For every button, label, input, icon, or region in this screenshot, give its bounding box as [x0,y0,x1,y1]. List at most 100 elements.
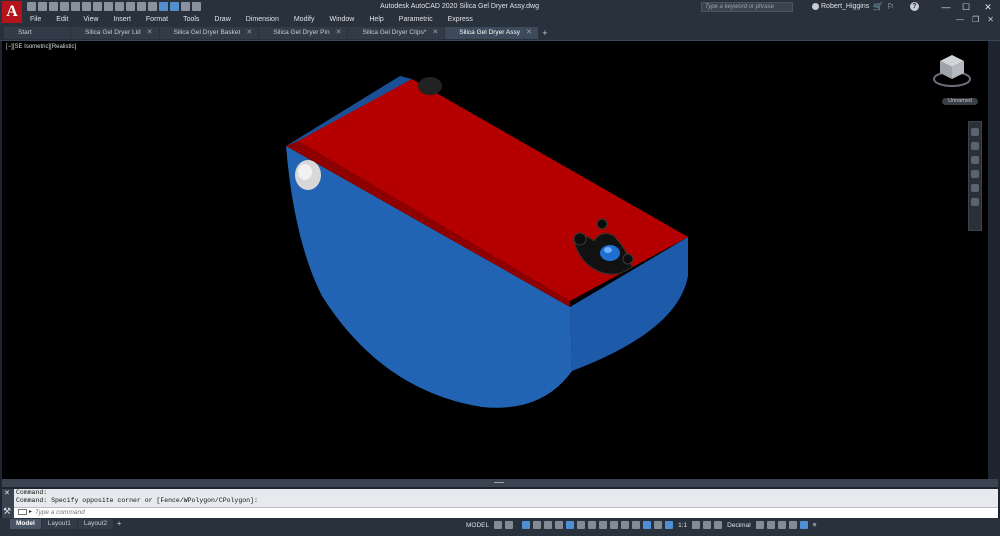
minimize-button[interactable]: — [936,0,956,14]
cart-icon[interactable]: 🛒 [873,3,883,11]
menu-file[interactable]: File [30,16,47,23]
menu-modify[interactable]: Modify [294,16,321,23]
new-tab-button[interactable]: + [539,27,551,39]
splitter-grip-icon[interactable] [494,482,504,483]
recent-commands-caret-icon[interactable]: ▸ [29,508,32,515]
tab-close-icon[interactable]: ✕ [432,27,438,39]
close-icon[interactable]: ✕ [4,490,10,497]
menu-format[interactable]: Format [146,16,174,23]
add-layout-button[interactable]: + [114,519,124,529]
save-as-icon[interactable] [60,2,69,11]
workspace-icon[interactable] [159,2,168,11]
menu-tools[interactable]: Tools [183,16,205,23]
layout-tab-model[interactable]: Model [10,519,41,529]
autocad-logo-button[interactable]: A [2,1,22,23]
tab-close-icon[interactable]: ✕ [246,27,252,39]
save-icon[interactable] [49,2,58,11]
tab-silica-gel-dryer-assy[interactable]: Silica Gel Dryer Assy ✕ [445,27,538,39]
showmotion-icon[interactable] [971,184,979,192]
doc-close-button[interactable]: ✕ [987,15,994,24]
layer-icon[interactable] [126,2,135,11]
menu-express[interactable]: Express [448,16,479,23]
match-properties-icon[interactable] [115,2,124,11]
block-icon[interactable] [137,2,146,11]
zoom-icon[interactable] [971,156,979,164]
lineweight-icon[interactable] [577,521,586,529]
object-snap-icon[interactable] [566,521,575,529]
graphics-performance-icon[interactable] [788,521,797,529]
transparency-icon[interactable] [588,521,597,529]
snap-icon[interactable] [505,521,514,529]
customize-wrench-icon[interactable]: ⚒ [3,507,11,516]
tab-close-icon[interactable]: ✕ [336,27,342,39]
command-line-splitter[interactable] [2,479,998,487]
menu-view[interactable]: View [83,16,104,23]
view-icon[interactable] [170,2,179,11]
layout-tab-layout1[interactable]: Layout1 [41,519,77,529]
menu-insert[interactable]: Insert [113,16,137,23]
menu-edit[interactable]: Edit [56,16,74,23]
lock-ui-icon[interactable] [766,521,775,529]
navbar-menu-icon[interactable] [971,198,979,206]
tab-silica-gel-dryer-clips[interactable]: Silica Gel Dryer Clips* ✕ [348,27,445,39]
wcs-menu[interactable]: Unnamed [942,98,978,105]
qat-dropdown-icon[interactable] [192,2,201,11]
isolate-objects-icon[interactable] [777,521,786,529]
grid-icon[interactable] [494,521,503,529]
pan-icon[interactable] [971,142,979,150]
model-3d-render[interactable] [2,41,988,479]
quick-properties-icon[interactable] [755,521,764,529]
tab-silica-gel-dryer-pin[interactable]: Silica Gel Dryer Pin ✕ [259,27,348,39]
help-button[interactable]: ? [910,2,919,11]
user-icon[interactable] [812,3,819,10]
doc-restore-button[interactable]: ❐ [972,15,979,24]
new-file-icon[interactable] [27,2,36,11]
menu-dimension[interactable]: Dimension [246,16,285,23]
annotation-scale-dropdown[interactable]: 1:1 [676,522,689,529]
search-input[interactable]: Type a keyword or phrase [701,2,793,12]
model-space-button[interactable]: MODEL [464,522,491,529]
viewcube[interactable] [932,53,972,89]
dynamic-ucs-icon[interactable] [621,521,630,529]
maximize-button[interactable]: ☐ [956,0,976,14]
orbit-icon[interactable] [971,170,979,178]
tab-silica-gel-dryer-basket[interactable]: Silica Gel Dryer Basket ✕ [159,27,259,39]
recent-commands-icon[interactable] [18,509,27,515]
3d-osnap-icon[interactable] [610,521,619,529]
close-button[interactable]: ✕ [978,0,998,14]
selection-cycling-icon[interactable] [599,521,608,529]
tab-start[interactable]: Start [4,27,70,39]
add-scale-icon[interactable] [703,521,712,529]
menu-window[interactable]: Window [329,16,360,23]
menu-help[interactable]: Help [369,16,389,23]
table-icon[interactable] [148,2,157,11]
annotation-visibility-icon[interactable] [654,521,663,529]
menu-draw[interactable]: Draw [214,16,236,23]
render-icon[interactable] [181,2,190,11]
command-input[interactable] [35,508,435,517]
object-snap-tracking-icon[interactable] [555,521,564,529]
undo-icon[interactable] [82,2,91,11]
ortho-icon[interactable] [522,521,531,529]
tab-close-icon[interactable]: ✕ [147,27,153,39]
gear-icon[interactable] [692,521,701,529]
annotation-monitor-icon[interactable] [714,521,723,529]
tab-silica-gel-dryer-lid[interactable]: Silica Gel Dryer Lid ✕ [71,27,159,39]
selection-filter-icon[interactable] [632,521,641,529]
share-icon[interactable] [104,2,113,11]
drawing-viewport[interactable]: [−][SE Isometric][Realistic] Unnamed [2,41,988,479]
open-icon[interactable] [38,2,47,11]
tab-close-icon[interactable]: ✕ [526,27,532,39]
doc-minimize-button[interactable]: — [956,15,964,24]
clean-screen-icon[interactable] [799,521,808,529]
gizmo-icon[interactable] [643,521,652,529]
annotation-autoscale-icon[interactable] [665,521,674,529]
isodraft-icon[interactable] [544,521,553,529]
redo-icon[interactable] [93,2,102,11]
menu-parametric[interactable]: Parametric [399,16,439,23]
steering-wheel-icon[interactable] [971,128,979,136]
user-name[interactable]: Robert_Higgins [821,3,869,10]
polar-icon[interactable] [533,521,542,529]
exchange-icon[interactable]: ⚐ [887,3,894,11]
customization-menu-icon[interactable]: ≡ [811,522,819,529]
